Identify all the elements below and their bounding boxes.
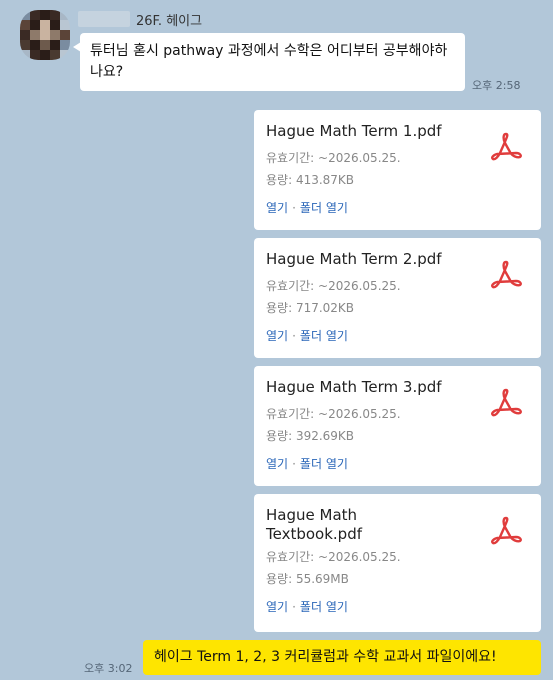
open-folder-link[interactable]: 폴더 열기 — [300, 329, 348, 343]
action-separator: · — [292, 329, 296, 343]
incoming-message-time: 오후 2:58 — [472, 79, 521, 92]
pdf-acrobat-icon — [491, 516, 522, 545]
file-size: 용량: 392.69KB — [266, 429, 355, 443]
action-separator: · — [292, 600, 296, 614]
file-actions: 열기 · 폴더 열기 — [266, 453, 529, 475]
file-actions: 열기 · 폴더 열기 — [266, 197, 529, 219]
avatar[interactable] — [20, 10, 70, 60]
file-card[interactable]: Hague Math Term 2.pdf 유효기간: ~2026.05.25.… — [254, 238, 541, 358]
file-size: 용량: 717.02KB — [266, 301, 355, 315]
open-folder-link[interactable]: 폴더 열기 — [300, 201, 348, 215]
file-actions: 열기 · 폴더 열기 — [266, 325, 529, 347]
file-expiry: 유효기간: ~2026.05.25. — [266, 550, 401, 564]
outgoing-message-bubble[interactable]: 헤이그 Term 1, 2, 3 커리큘럼과 수학 교과서 파일이에요! — [143, 640, 541, 675]
open-link[interactable]: 열기 — [266, 201, 288, 215]
file-card[interactable]: Hague Math Term 3.pdf 유효기간: ~2026.05.25.… — [254, 366, 541, 486]
file-size: 용량: 413.87KB — [266, 173, 355, 187]
file-name: Hague Math Term 1.pdf — [266, 122, 442, 140]
file-name: Hague Math Term 2.pdf — [266, 250, 442, 268]
file-card[interactable]: Hague Math Term 1.pdf 유효기간: ~2026.05.25.… — [254, 110, 541, 230]
outgoing-message-time: 오후 3:02 — [84, 662, 133, 675]
file-card[interactable]: Hague Math Textbook.pdf 유효기간: ~2026.05.2… — [254, 494, 541, 632]
file-actions: 열기 · 폴더 열기 — [266, 596, 529, 618]
open-link[interactable]: 열기 — [266, 600, 288, 614]
open-link[interactable]: 열기 — [266, 329, 288, 343]
open-link[interactable]: 열기 — [266, 457, 288, 471]
sender-blurred-name — [78, 11, 130, 27]
file-name: Hague Math Term 3.pdf — [266, 378, 442, 396]
open-folder-link[interactable]: 폴더 열기 — [300, 457, 348, 471]
open-folder-link[interactable]: 폴더 열기 — [300, 600, 348, 614]
file-size: 용량: 55.69MB — [266, 572, 349, 586]
action-separator: · — [292, 201, 296, 215]
action-separator: · — [292, 457, 296, 471]
pdf-acrobat-icon — [491, 260, 522, 289]
pdf-acrobat-icon — [491, 132, 522, 161]
pdf-acrobat-icon — [491, 388, 522, 417]
sender-row: 26F. 헤이그 — [78, 9, 202, 29]
incoming-message-bubble[interactable]: 튜터님 혿시 pathway 과정에서 수학은 어디부터 공부해야하나요? — [73, 33, 465, 91]
file-name: Hague Math Textbook.pdf — [266, 506, 362, 543]
sender-name[interactable]: 26F. 헤이그 — [136, 10, 202, 29]
